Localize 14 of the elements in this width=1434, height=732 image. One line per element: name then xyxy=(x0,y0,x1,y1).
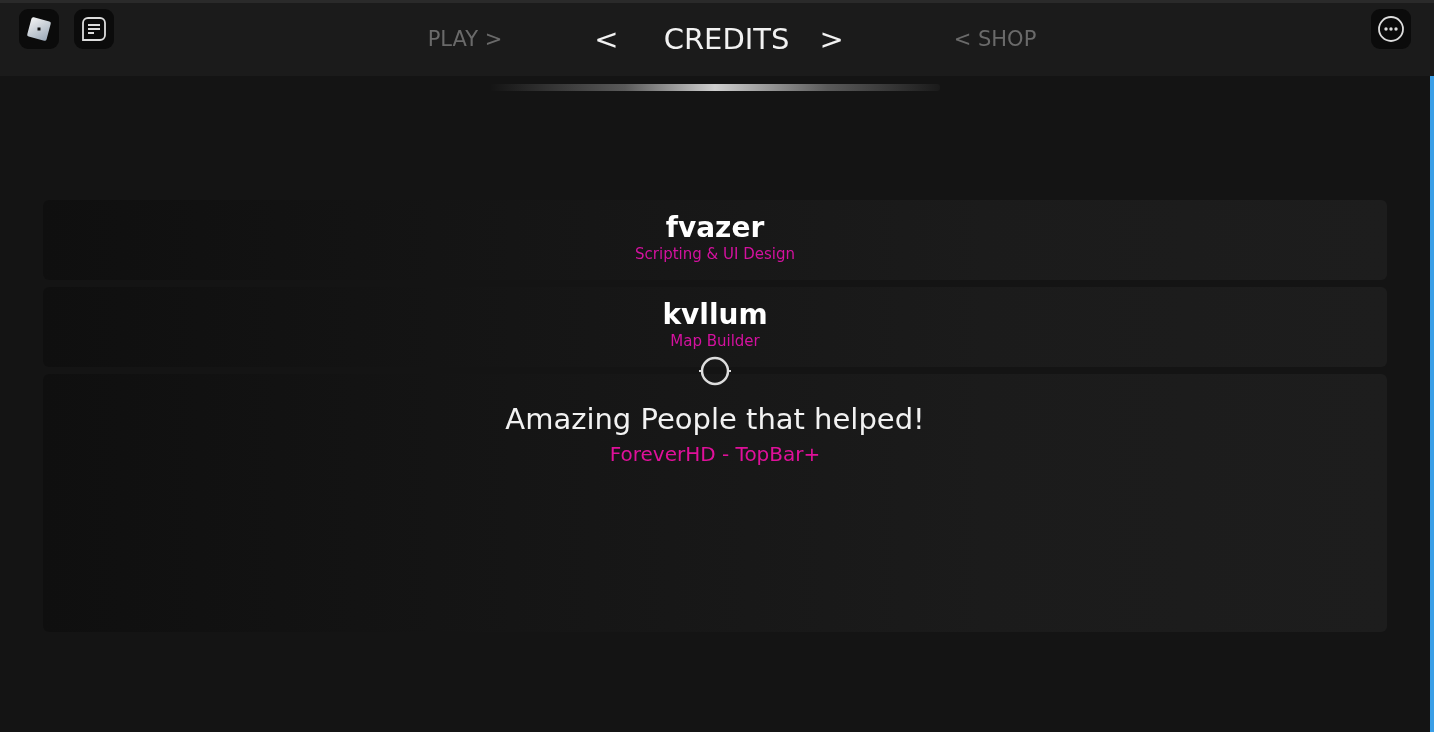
chat-icon xyxy=(80,15,108,43)
more-button[interactable] xyxy=(1371,9,1411,49)
chat-button[interactable] xyxy=(74,9,114,49)
thanks-title: Amazing People that helped! xyxy=(505,401,925,437)
crosshair-cursor-icon xyxy=(698,356,732,386)
nav-tab[interactable]: CREDITS xyxy=(663,21,790,56)
credit-name: fvazer xyxy=(665,212,765,244)
more-icon xyxy=(1377,15,1405,43)
app-menu-button[interactable] xyxy=(19,9,59,49)
app-logo-icon xyxy=(26,16,52,42)
credit-name: kvllum xyxy=(662,299,768,331)
credit-role: Scripting & UI Design xyxy=(635,244,795,264)
thanks-entry: ForeverHD - TopBar+ xyxy=(609,441,821,467)
credit-role: Map Builder xyxy=(670,331,760,351)
